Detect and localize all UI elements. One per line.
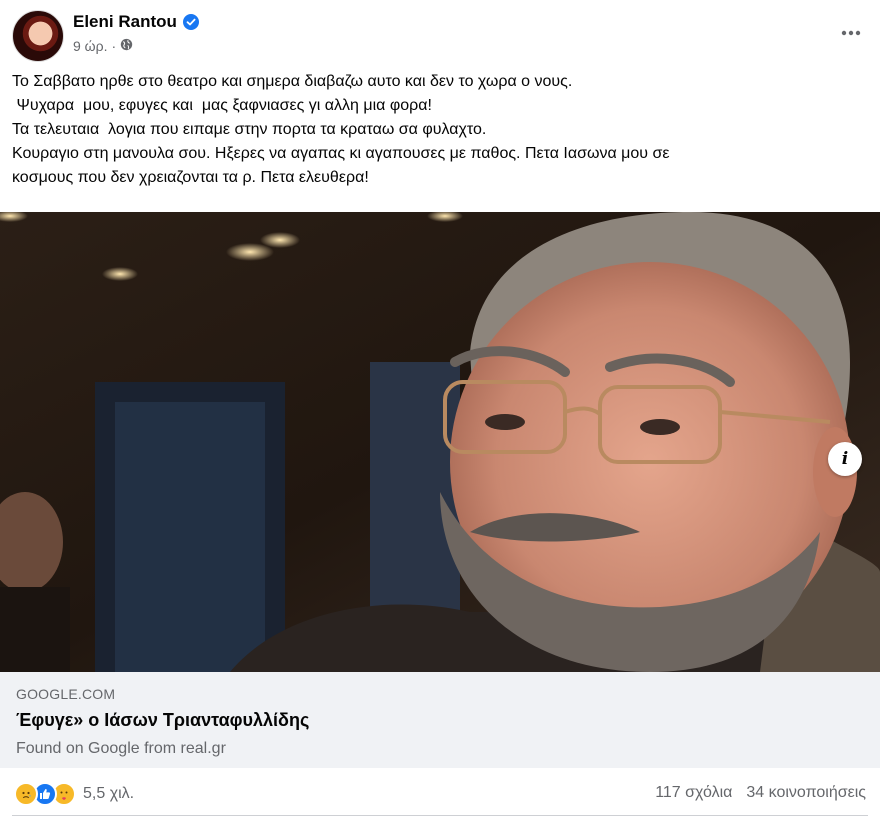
reactions-summary[interactable]: 5,5 χιλ. xyxy=(14,782,134,806)
link-preview-card[interactable]: GOOGLE.COM Έφυγε» ο Ιάσων Τριανταφυλλίδη… xyxy=(0,672,880,768)
post-footer: 5,5 χιλ. 117 σχόλια 34 κοινοποιήσεις xyxy=(0,768,880,816)
comments-count[interactable]: 117 σχόλια xyxy=(655,784,732,802)
post-text-line: Το Σαββατο ηρθε στο θεατρο και σημερα δι… xyxy=(12,73,573,90)
post-meta: 9 ώρ. · xyxy=(73,38,133,54)
post-header: Eleni Rantou 9 ώρ. · xyxy=(0,0,880,66)
author-name-row: Eleni Rantou xyxy=(73,12,199,32)
post-text-line: κοσμους που δεν χρειαζονται τα ρ. Πετα ε… xyxy=(12,169,369,186)
post-text-line: Ψυχαρα μου, εφυγες και μας ξαφνιασες γι … xyxy=(12,97,432,114)
sad-reaction-icon xyxy=(14,782,38,806)
info-icon[interactable]: i xyxy=(828,442,862,476)
author-name[interactable]: Eleni Rantou xyxy=(73,12,177,32)
verified-badge-icon xyxy=(182,14,199,30)
link-domain: GOOGLE.COM xyxy=(16,686,116,702)
reaction-count[interactable]: 5,5 χιλ. xyxy=(83,785,134,803)
post-text-line: Κουραγιο στη μανουλα σου. Ηξερες να αγαπ… xyxy=(12,145,670,162)
post-text: Το Σαββατο ηρθε στο θεατρο και σημερα δι… xyxy=(12,70,868,190)
link-title[interactable]: Έφυγε» ο Ιάσων Τριανταφυλλίδης xyxy=(16,710,309,731)
post-time[interactable]: 9 ώρ. xyxy=(73,38,107,54)
shares-count[interactable]: 34 κοινοποιήσεις xyxy=(746,784,866,802)
globe-icon[interactable] xyxy=(120,38,133,54)
meta-separator: · xyxy=(111,38,117,54)
post-text-line: Τα τελευταια λογια που ειπαμε στην πορτα… xyxy=(12,121,487,138)
facebook-post: Eleni Rantou 9 ώρ. · Το Σαββατο ηρθε στο… xyxy=(0,0,880,816)
engagement-stats: 117 σχόλια 34 κοινοποιήσεις xyxy=(655,784,866,802)
avatar[interactable] xyxy=(12,10,64,62)
more-options-icon[interactable] xyxy=(836,18,866,48)
link-subtitle: Found on Google from real.gr xyxy=(16,740,226,757)
link-preview-image[interactable] xyxy=(0,212,880,672)
